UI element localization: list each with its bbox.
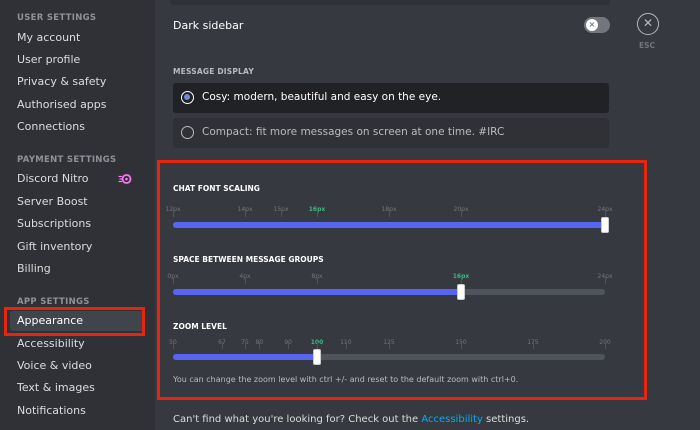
slider-tick-mark (259, 342, 261, 349)
display-option-label: Cosy: modern, beautiful and easy on the … (202, 91, 442, 103)
slider-tick-mark (173, 277, 174, 284)
radio-unselected-icon (181, 126, 194, 139)
slider-fill (173, 289, 461, 295)
display-option-label: Compact: fit more messages on screen at … (202, 126, 505, 138)
app-settings-header: App Settings (17, 297, 90, 307)
slider-tick-mark (221, 342, 223, 349)
dark-sidebar-toggle[interactable]: × (584, 17, 610, 33)
sidebar-item-my-account[interactable]: My account (10, 28, 145, 48)
settings-sidebar: User Settings My account User profile Pr… (0, 0, 155, 430)
message-spacing-title: Space Between Message Groups (173, 255, 324, 264)
sidebar-item-notifications[interactable]: Notifications (10, 401, 145, 421)
sidebar-item-subscriptions[interactable]: Subscriptions (10, 214, 145, 234)
zoom-level-title: Zoom Level (173, 322, 227, 331)
slider-thumb[interactable] (457, 284, 465, 300)
message-display-title: Message Display (173, 67, 254, 76)
slider-tick-mark (173, 210, 174, 217)
sidebar-item-authorised-apps[interactable]: Authorised apps (10, 95, 145, 115)
zoom-hint-text: You can change the zoom level with ctrl … (173, 375, 519, 384)
slider-tick-mark (389, 210, 390, 217)
toggle-off-icon: × (586, 19, 598, 31)
slider-tick-mark (345, 342, 347, 349)
slider-track[interactable] (173, 217, 609, 233)
slider-tick-mark (533, 342, 534, 349)
display-option-cosy[interactable]: Cosy: modern, beautiful and easy on the … (173, 83, 609, 113)
sidebar-item-user-profile[interactable]: User profile (10, 50, 145, 70)
slider-tick-mark (245, 277, 246, 284)
display-option-compact[interactable]: Compact: fit more messages on screen at … (173, 118, 609, 148)
slider-tick-mark (389, 342, 390, 349)
radio-selected-icon (181, 91, 194, 104)
user-settings-header: User Settings (17, 13, 97, 23)
slider-track[interactable] (173, 284, 605, 300)
slider-fill (173, 222, 605, 228)
slider-fill (173, 354, 317, 360)
slider-tick-mark (461, 342, 462, 349)
slider-tick-mark (605, 342, 606, 349)
sidebar-item-accessibility[interactable]: Accessibility (10, 334, 145, 354)
esc-label: ESC (639, 41, 656, 50)
sliders-highlight-box (157, 160, 647, 400)
slider-thumb[interactable] (313, 349, 321, 365)
slider-tick-mark (605, 277, 606, 284)
close-icon[interactable]: ✕ (637, 13, 659, 35)
sidebar-item-billing[interactable]: Billing (10, 259, 145, 279)
footer-help-text: Can't find what you're looking for? Chec… (173, 414, 529, 425)
slider-tick-mark (288, 342, 290, 349)
slider-tick-mark (461, 210, 462, 217)
slider-tick-mark (317, 210, 318, 217)
footer-text: Can't find what you're looking for? Chec… (173, 414, 422, 425)
slider-tick-mark (281, 210, 282, 217)
appearance-settings-panel: Dark sidebar × ✕ ESC Message Display Cos… (155, 0, 700, 430)
sidebar-item-voice-video[interactable]: Voice & video (10, 356, 145, 376)
sidebar-item-connections[interactable]: Connections (10, 117, 145, 137)
slider-tick-mark (605, 210, 606, 217)
sidebar-item-text-images[interactable]: Text & images (10, 378, 145, 398)
slider-tick-mark (317, 342, 318, 349)
slider-track[interactable] (173, 349, 605, 365)
sidebar-item-privacy-safety[interactable]: Privacy & safety (10, 72, 145, 92)
sidebar-item-appearance[interactable]: Appearance (10, 311, 145, 331)
settings-card-edge (170, 0, 610, 5)
payment-settings-header: Payment Settings (17, 155, 117, 165)
slider-thumb[interactable] (601, 217, 609, 233)
slider-tick-mark (245, 210, 246, 217)
slider-tick-mark (173, 342, 174, 349)
accessibility-link[interactable]: Accessibility (421, 414, 483, 425)
dark-sidebar-label: Dark sidebar (173, 19, 244, 32)
slider-tick-mark (317, 277, 318, 284)
font-scaling-title: Chat Font Scaling (173, 184, 260, 193)
footer-text-end: settings. (482, 414, 530, 425)
slider-tick-mark (461, 277, 462, 284)
nitro-badge-icon (118, 174, 132, 184)
sidebar-item-server-boost[interactable]: Server Boost (10, 192, 145, 212)
slider-tick-mark (245, 342, 246, 349)
sidebar-item-gift-inventory[interactable]: Gift inventory (10, 237, 145, 257)
